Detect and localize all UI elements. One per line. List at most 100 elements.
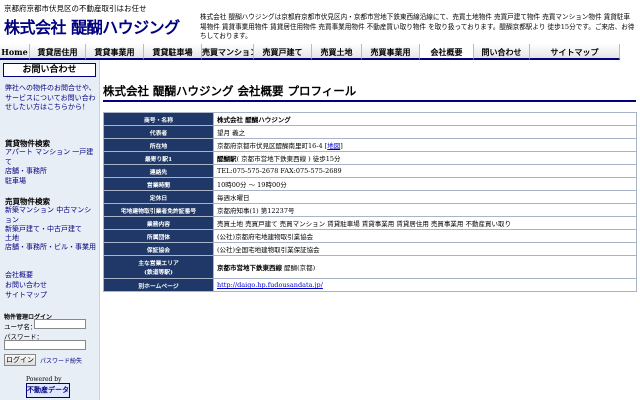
row-value: 毎週水曜日 xyxy=(213,190,637,204)
row-value-text: 京都府京都市伏見区醍醐南里町16-4 xyxy=(217,142,323,150)
table-row: 業務内容 売買土地 売買戸建て 売買マンション 賃貸駐車場 賃貸事業用 賃貸居住用… xyxy=(103,216,637,230)
login-button[interactable]: ログイン xyxy=(4,354,36,366)
sidebar-link-rental-residential[interactable]: アパート マンション 一戸建て xyxy=(5,148,97,167)
row-value-text: (公社)全国宅地建物取引業保証協会 xyxy=(217,246,320,254)
fudousan-data-logo[interactable]: 不動産データ xyxy=(26,383,70,398)
forgot-password-link[interactable]: パスワード紛失 xyxy=(40,356,82,365)
row-key: 最寄り駅1 xyxy=(103,151,214,165)
row-key: 所属団体 xyxy=(103,229,214,243)
row-value-rest: 醍醐(京都) xyxy=(282,264,316,272)
row-value: http://daigo.hp.fudousandata.jp/ xyxy=(213,278,637,292)
sidebar-link-rental-store[interactable]: 店舗・事務所 xyxy=(5,167,97,177)
table-row: 所在地 京都府京都市伏見区醍醐南里町16-4 [地図] xyxy=(103,138,637,152)
row-key: 別ホームページ xyxy=(103,278,214,292)
sidebar-link-rental-parking[interactable]: 駐車場 xyxy=(5,177,97,187)
row-key-text: 代表者 xyxy=(149,130,168,137)
main-nav: Home 賃貸居住用 賃貸事業用 賃貸駐車場 売買マンション 売買戸建て 売買土地 売買事業用… xyxy=(0,44,640,60)
row-value-text: (公社)京都府宅地建物取引業協会 xyxy=(217,233,314,241)
table-row: 営業時間 10時00分 ～ 19時00分 xyxy=(103,177,637,191)
table-row: 別ホームページ http://daigo.hp.fudousandata.jp/ xyxy=(103,278,637,292)
row-value: 京都市営地下鉄東西線 醍醐(京都) xyxy=(213,255,637,279)
row-key-text: 最寄り駅1 xyxy=(144,156,173,163)
sidebar-link-company[interactable]: 会社概要 xyxy=(5,271,97,281)
row-key-text: 定休日 xyxy=(149,195,168,202)
table-row: 最寄り駅1 醍醐駅( 京都市営地下鉄東西線 ) 徒歩15分 xyxy=(103,151,637,165)
row-value: TEL:075-575-2678 FAX:075-575-2689 xyxy=(213,164,637,178)
table-row: 宅地建物取引業者免許証番号 京都府知事(1) 第12237号 xyxy=(103,203,637,217)
row-key-text: 別ホームページ xyxy=(138,283,179,290)
row-value-text: 株式会社 醍醐ハウジング xyxy=(217,116,291,124)
nav-item-4[interactable]: 売買マンション xyxy=(202,44,254,60)
row-value: 望月 義之 xyxy=(213,125,637,139)
nav-item-3[interactable]: 賃貸駐車場 xyxy=(144,44,202,60)
row-value-text: 売買土地 売買戸建て 売買マンション 賃貸駐車場 賃貸事業用 賃貸居住用 売買事… xyxy=(217,220,511,228)
row-key: 定休日 xyxy=(103,190,214,204)
row-key-text: 連絡先 xyxy=(149,169,168,176)
row-value: 京都府知事(1) 第12237号 xyxy=(213,203,637,217)
sidebar-link-sitemap[interactable]: サイトマップ xyxy=(5,291,97,301)
row-key: 主な営業エリア (鉄道等駅) xyxy=(103,255,214,279)
row-value-text: TEL:075-575-2678 FAX:075-575-2689 xyxy=(217,167,342,175)
row-key: 業務内容 xyxy=(103,216,214,230)
row-value-text: 望月 義之 xyxy=(217,129,246,137)
title-divider xyxy=(103,100,636,102)
row-value: 醍醐駅( 京都市営地下鉄東西線 ) 徒歩15分 xyxy=(213,151,637,165)
table-row: 商号・名称 株式会社 醍醐ハウジング xyxy=(103,112,637,126)
row-key-text: 営業時間 xyxy=(146,182,171,189)
row-key: 営業時間 xyxy=(103,177,214,191)
nav-item-1[interactable]: 賃貸居住用 xyxy=(30,44,86,60)
table-row: 保証協会 (公社)全国宅地建物取引業保証協会 xyxy=(103,242,637,256)
table-row: 定休日 毎週水曜日 xyxy=(103,190,637,204)
row-value-text: 京都府知事(1) 第12237号 xyxy=(217,207,295,215)
row-value-rest: ( 京都市営地下鉄東西線 ) 徒歩15分 xyxy=(236,155,341,163)
header-description: 株式会社 醍醐ハウジングは京都府京都市伏見区内・京都市営地下鉄東西線沿線にて、売… xyxy=(200,13,635,40)
row-key-text: 業務内容 xyxy=(146,221,171,228)
table-row: 所属団体 (公社)京都府宅地建物取引業協会 xyxy=(103,229,637,243)
row-value-text: 10時00分 ～ 19時00分 xyxy=(217,181,287,189)
username-label: ユーザ名： xyxy=(4,323,37,331)
row-value: (公社)全国宅地建物取引業保証協会 xyxy=(213,242,637,256)
row-key: 宅地建物取引業者免許証番号 xyxy=(103,203,214,217)
map-link[interactable]: 地図 xyxy=(327,142,340,150)
row-key-text: 保証協会 xyxy=(146,247,171,254)
row-key: 保証協会 xyxy=(103,242,214,256)
company-logo[interactable]: 株式会社 醍醐ハウジング xyxy=(4,14,180,38)
row-value: 京都府京都市伏見区醍醐南里町16-4 [地図] xyxy=(213,138,637,152)
row-key: 代表者 xyxy=(103,125,214,139)
table-row: 連絡先 TEL:075-575-2678 FAX:075-575-2689 xyxy=(103,164,637,178)
row-value-text: 毎週水曜日 xyxy=(217,194,250,202)
homepage-link[interactable]: http://daigo.hp.fudousandata.jp/ xyxy=(217,281,323,289)
nav-item-2[interactable]: 賃貸事業用 xyxy=(86,44,144,60)
inquiry-heading[interactable]: お問い合わせ xyxy=(3,63,96,77)
row-key-text: 主な営業エリア (鉄道等駅) xyxy=(138,261,179,276)
row-value: 10時00分 ～ 19時00分 xyxy=(213,177,637,191)
page-title: 株式会社 醍醐ハウジング 会社概要 プロフィール xyxy=(103,84,357,98)
sidebar-link-sale-commercial[interactable]: 店舗・事務所・ビル・事業用 xyxy=(5,243,97,253)
username-input[interactable] xyxy=(34,319,86,329)
nav-item-10[interactable]: サイトマップ xyxy=(530,44,620,60)
row-key: 所在地 xyxy=(103,138,214,152)
powered-by-label: Powered by xyxy=(26,376,62,383)
row-key-text: 商号・名称 xyxy=(144,117,173,124)
nav-item-5[interactable]: 売買戸建て xyxy=(254,44,312,60)
row-key: 商号・名称 xyxy=(103,112,214,126)
inquiry-link[interactable]: 弊社への物件のお問合せや、サービスについてお問い合わせしたい方はこちらから！ xyxy=(5,84,97,113)
row-value: 株式会社 醍醐ハウジング xyxy=(213,112,637,126)
row-value: (公社)京都府宅地建物取引業協会 xyxy=(213,229,637,243)
nav-item-9[interactable]: 問い合わせ xyxy=(474,44,530,60)
row-key: 連絡先 xyxy=(103,164,214,178)
row-key-text: 所属団体 xyxy=(146,234,171,241)
nav-item-6[interactable]: 売買土地 xyxy=(312,44,362,60)
password-input[interactable] xyxy=(4,340,86,350)
sidebar-link-sale-mansion[interactable]: 新築マンション 中古マンション xyxy=(5,206,97,225)
row-value: 売買土地 売買戸建て 売買マンション 賃貸駐車場 賃貸事業用 賃貸居住用 売買事… xyxy=(213,216,637,230)
site-tagline: 京都府京都市伏見区の不動産取引はお任せ xyxy=(4,4,147,13)
company-profile-table: 商号・名称 株式会社 醍醐ハウジング代表者 望月 義之 所在地 京都府京都市伏見区醍醐南… xyxy=(103,112,637,292)
row-key-text: 宅地建物取引業者免許証番号 xyxy=(120,208,197,215)
nav-item-7[interactable]: 売買事業用 xyxy=(362,44,420,60)
nav-item-0[interactable]: Home xyxy=(0,44,30,60)
sidebar-link-contact[interactable]: お問い合わせ xyxy=(5,281,97,291)
sidebar: お問い合わせ 弊社への物件のお問合せや、サービスについてお問い合わせしたい方はこ… xyxy=(0,60,100,400)
nav-item-8[interactable]: 会社概要 xyxy=(420,44,474,60)
row-value-text: 醍醐駅 xyxy=(217,155,237,163)
